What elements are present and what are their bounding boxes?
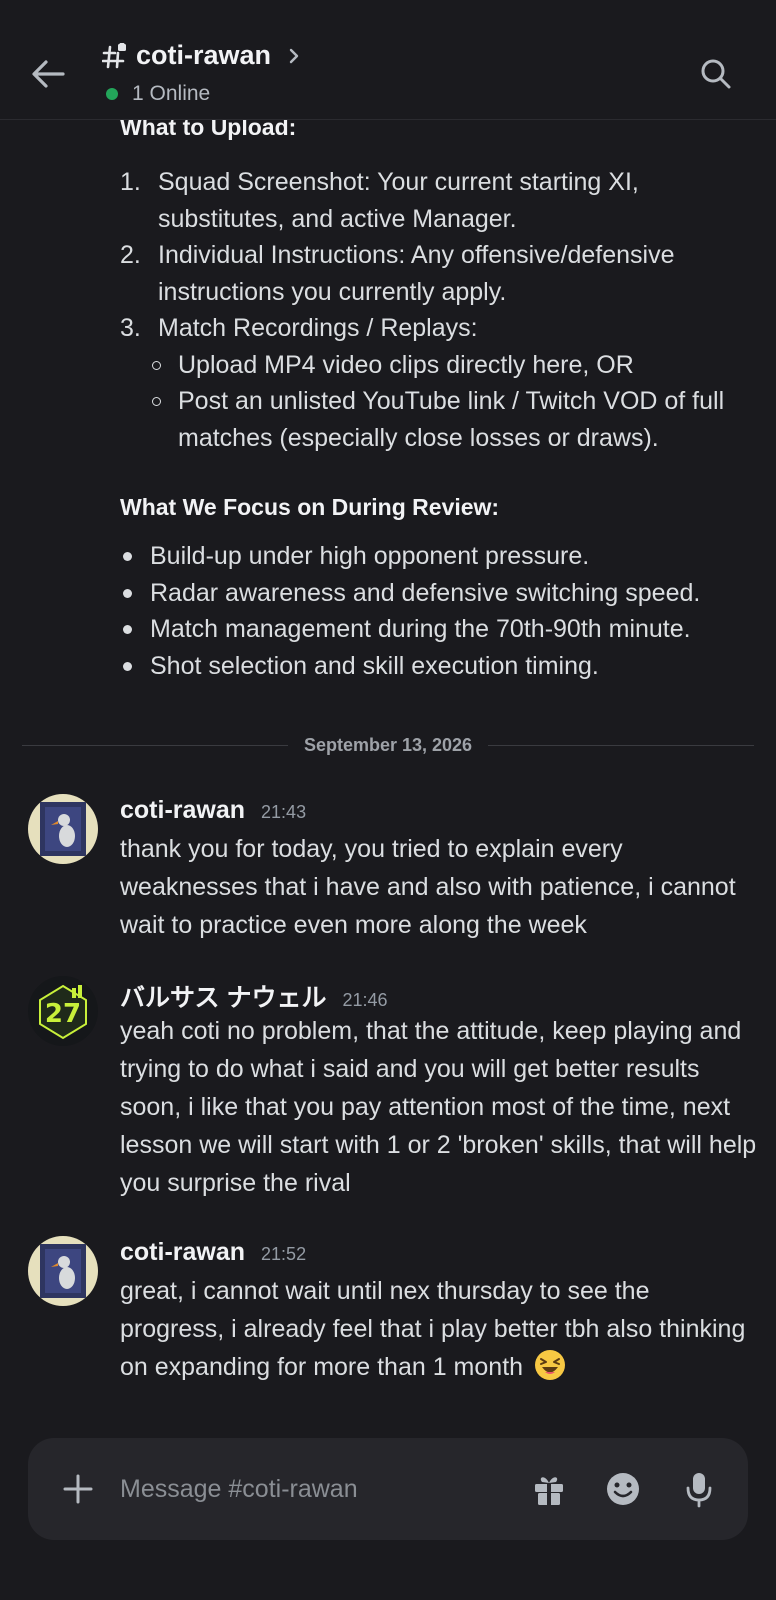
author-name[interactable]: coti-rawan — [120, 796, 245, 825]
bullet-icon — [123, 661, 132, 671]
online-dot-icon — [106, 88, 118, 100]
upload-list: 1. Squad Screenshot: Your current starti… — [120, 164, 760, 456]
author-name[interactable]: coti-rawan — [120, 1238, 245, 1267]
message-list[interactable]: What to Upload: 1. Squad Screenshot: You… — [0, 120, 776, 1420]
avatar[interactable] — [28, 1236, 98, 1306]
timestamp: 21:52 — [261, 1244, 307, 1264]
emoji-picker-icon[interactable] — [604, 1470, 642, 1508]
add-attachment-plus-icon[interactable] — [58, 1469, 98, 1509]
message-input[interactable] — [120, 1469, 500, 1509]
list-item: Build-up under high opponent pressure. — [120, 538, 760, 575]
circle-bullet-icon — [152, 360, 161, 370]
list-item: 1. Squad Screenshot: Your current starti… — [120, 168, 639, 233]
bullet-icon — [123, 552, 132, 561]
avatar[interactable]: 27 — [28, 976, 98, 1046]
list-item: 3. Match Recordings / Replays: — [120, 314, 478, 342]
channel-name: coti-rawan — [136, 40, 272, 70]
microphone-icon[interactable] — [680, 1470, 718, 1508]
back-arrow-icon[interactable] — [26, 52, 70, 96]
text-channel-hash-icon — [102, 42, 126, 68]
search-icon[interactable] — [696, 54, 736, 94]
date-label: September 13, 2026 — [303, 734, 473, 755]
message-text: yeah coti no problem, that the attitude,… — [120, 1017, 757, 1197]
upload-heading: What to Upload: — [120, 120, 297, 140]
laughing-emoji-icon — [535, 1350, 565, 1380]
author-name[interactable]: バルサス ナウェル — [120, 978, 326, 1014]
online-count: 1 Online — [132, 82, 211, 105]
channel-title-button[interactable]: coti-rawan — [102, 40, 303, 71]
online-status: 1 Online — [106, 82, 210, 106]
message-text: great, i cannot wait until nex thursday … — [120, 1277, 746, 1381]
list-item: Shot selection and skill execution timin… — [120, 648, 760, 685]
focus-heading: What We Focus on During Review: — [120, 494, 500, 520]
gift-icon[interactable] — [530, 1470, 568, 1508]
timestamp: 21:43 — [261, 802, 307, 822]
sub-list-item: Upload MP4 video clips directly here, OR — [120, 347, 760, 384]
list-item: Match management during the 70th-90th mi… — [120, 611, 760, 648]
message-composer — [28, 1438, 748, 1540]
message-text: thank you for today, you tried to explai… — [120, 835, 736, 939]
message-header: coti-rawan 21:43 — [120, 796, 306, 825]
date-divider: September 13, 2026 — [22, 732, 755, 758]
circle-bullet-icon — [152, 397, 161, 406]
svg-text:27: 27 — [45, 999, 81, 1029]
list-item: 2. Individual Instructions: Any offensiv… — [120, 241, 675, 306]
bullet-icon — [123, 588, 132, 598]
focus-list: Build-up under high opponent pressure. R… — [120, 538, 760, 684]
list-item: Radar awareness and defensive switching … — [120, 575, 760, 612]
message-header: バルサス ナウェル 21:46 — [120, 978, 388, 1014]
bullet-icon — [123, 625, 132, 634]
avatar[interactable] — [28, 794, 98, 864]
timestamp: 21:46 — [342, 990, 388, 1010]
chevron-right-icon — [289, 48, 299, 63]
message-header: coti-rawan 21:52 — [120, 1238, 306, 1267]
sub-list-item: Post an unlisted YouTube link / Twitch V… — [120, 383, 760, 456]
channel-header: coti-rawan 1 Online — [0, 0, 776, 120]
